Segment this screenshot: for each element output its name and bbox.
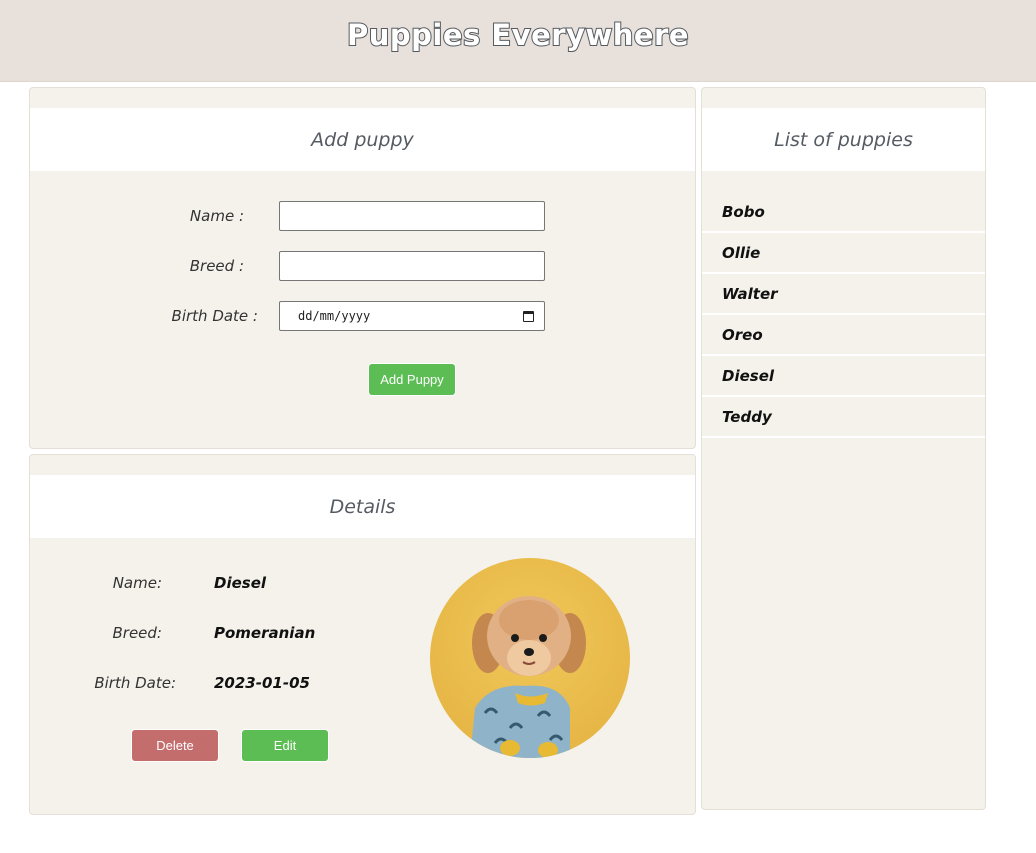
detail-birth-date-value: 2023-01-05	[214, 674, 310, 692]
puppy-list-item[interactable]: Walter	[702, 274, 985, 315]
calendar-icon[interactable]	[523, 310, 534, 322]
birth-date-placeholder: dd/mm/yyyy	[298, 309, 371, 323]
breed-label: Breed :	[189, 257, 244, 275]
add-puppy-card: Add puppy Name : Breed : Birth Date : dd…	[29, 87, 696, 449]
dog-illustration-icon	[430, 558, 630, 758]
edit-button[interactable]: Edit	[242, 730, 328, 761]
puppy-list-item[interactable]: Ollie	[702, 233, 985, 274]
puppy-list-header: List of puppies	[702, 108, 985, 171]
puppy-list-item[interactable]: Oreo	[702, 315, 985, 356]
detail-name-value: Diesel	[214, 574, 267, 592]
puppy-list-item[interactable]: Teddy	[702, 397, 985, 438]
puppy-list-card: List of puppies Bobo Ollie Walter Oreo D…	[701, 87, 986, 810]
details-card: Details Name: Diesel Breed: Pomeranian B…	[29, 454, 696, 815]
add-puppy-button[interactable]: Add Puppy	[369, 364, 455, 395]
detail-name-row: Name: Diesel	[30, 574, 430, 596]
birth-date-label: Birth Date :	[171, 307, 258, 325]
details-header: Details	[30, 475, 695, 538]
name-row: Name :	[30, 201, 695, 231]
detail-birth-date-label: Birth Date:	[94, 674, 176, 692]
detail-breed-row: Breed: Pomeranian	[30, 624, 430, 646]
detail-breed-label: Breed:	[112, 624, 163, 642]
puppy-list: Bobo Ollie Walter Oreo Diesel Teddy	[702, 192, 985, 438]
name-input[interactable]	[279, 201, 545, 231]
detail-name-label: Name:	[112, 574, 162, 592]
detail-breed-value: Pomeranian	[214, 624, 316, 642]
breed-input[interactable]	[279, 251, 545, 281]
breed-row: Breed :	[30, 251, 695, 281]
puppy-list-item[interactable]: Bobo	[702, 192, 985, 233]
puppy-list-title: List of puppies	[774, 128, 913, 151]
app-title: Puppies Everywhere	[346, 17, 690, 53]
dog-photo	[430, 558, 630, 758]
name-label: Name :	[189, 207, 244, 225]
app-header: Puppies Everywhere	[0, 0, 1036, 82]
puppy-list-item[interactable]: Diesel	[702, 356, 985, 397]
details-title: Details	[329, 495, 396, 518]
delete-button[interactable]: Delete	[132, 730, 218, 761]
add-puppy-title: Add puppy	[311, 128, 414, 151]
birth-date-input[interactable]: dd/mm/yyyy	[279, 301, 545, 331]
birth-date-row: Birth Date : dd/mm/yyyy	[30, 301, 695, 331]
add-puppy-header: Add puppy	[30, 108, 695, 171]
detail-birth-date-row: Birth Date: 2023-01-05	[30, 674, 430, 696]
